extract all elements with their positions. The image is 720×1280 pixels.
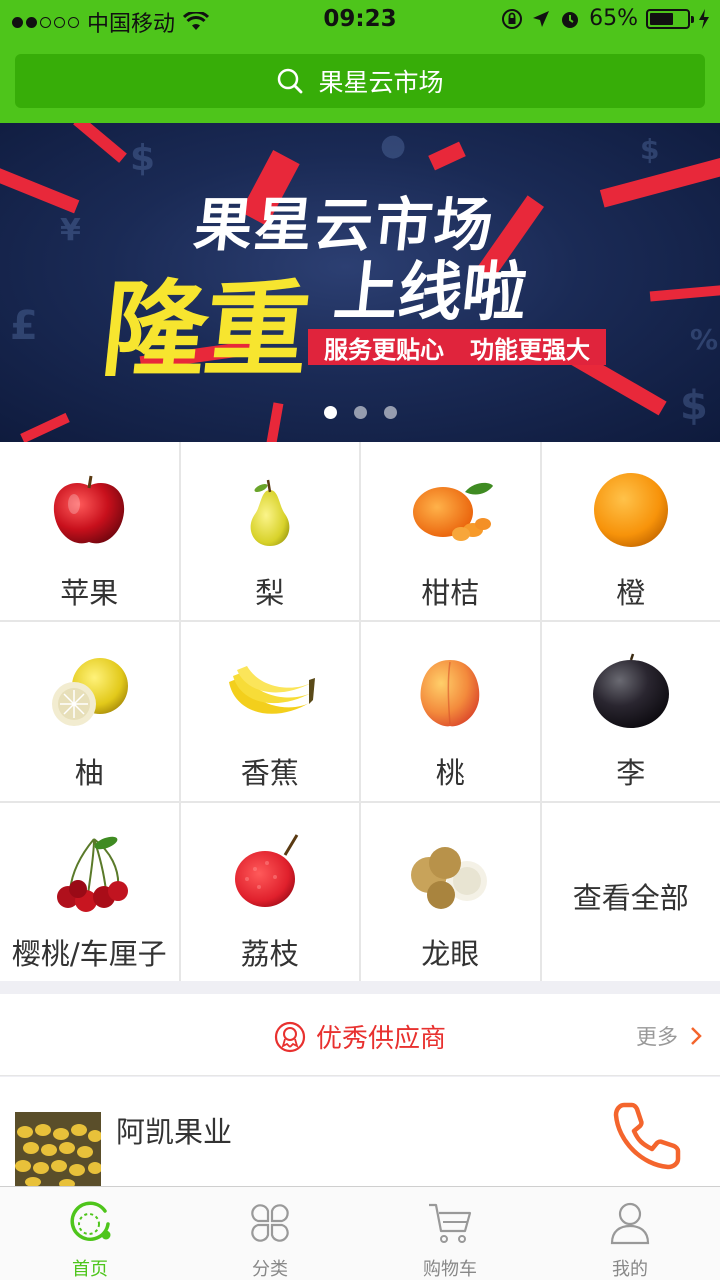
more-label: 更多 <box>636 1025 678 1049</box>
supplier-list-item[interactable]: 阿凯果业 <box>0 1077 720 1187</box>
lychee-icon <box>234 833 299 907</box>
home-icon <box>70 1201 111 1241</box>
tab-label: 我的 <box>612 1259 648 1280</box>
tab-cart[interactable]: 购物车 <box>360 1187 540 1280</box>
tab-bar: 首页 分类 购物车 我的 <box>0 1186 720 1280</box>
charging-bolt-icon <box>699 8 709 29</box>
promo-banner[interactable]: $ £ ¥ ● $ % $ 果星云市场 隆重 上线啦 服务更贴心 功能更强大 <box>0 123 720 442</box>
tab-label: 购物车 <box>423 1259 477 1280</box>
pear-icon <box>250 479 290 546</box>
pomelo-icon <box>52 658 129 727</box>
category-icon <box>251 1204 289 1242</box>
search-icon <box>278 68 303 94</box>
alarm-icon <box>562 11 579 28</box>
search-bar[interactable]: 果星云市场 <box>15 54 705 108</box>
tab-label: 分类 <box>252 1259 288 1280</box>
cart-icon <box>429 1203 472 1243</box>
battery-percent: 65% <box>589 6 638 31</box>
category-grid: 苹果 梨 柑桔 橙 柚 香蕉 桃 李 樱桃/车厘子 荔枝 龙眼 查看全部 <box>0 442 720 981</box>
category-label: 桃 <box>435 756 465 791</box>
view-all-label: 查看全部 <box>572 880 689 915</box>
location-arrow-icon <box>533 10 550 27</box>
suppliers-title: 优秀供应商 <box>0 1018 720 1055</box>
tab-me[interactable]: 我的 <box>540 1187 720 1280</box>
banner-subheadline: 上线啦 <box>330 256 531 330</box>
category-label: 樱桃/车厘子 <box>11 936 167 971</box>
banner-headline: 隆重 <box>96 269 314 391</box>
category-banana[interactable]: 香蕉 <box>180 622 359 801</box>
category-label: 香蕉 <box>240 756 299 791</box>
category-pear[interactable]: 梨 <box>180 442 359 621</box>
banner-slogan-2: 功能更强大 <box>470 335 590 364</box>
category-longan[interactable]: 龙眼 <box>361 802 540 981</box>
banner-slogan-1: 服务更贴心 <box>324 335 444 364</box>
status-right: 65% <box>501 6 710 31</box>
category-apple[interactable]: 苹果 <box>0 442 179 621</box>
category-label: 李 <box>616 756 646 791</box>
phone-call-icon[interactable] <box>610 1097 686 1173</box>
banner-slogan: 服务更贴心 功能更强大 <box>308 329 606 365</box>
view-all-categories[interactable]: 查看全部 <box>541 802 720 981</box>
award-badge-icon <box>274 1021 306 1052</box>
user-icon <box>610 1202 650 1245</box>
category-pomelo[interactable]: 柚 <box>0 622 179 801</box>
header: 果星云市场 <box>0 40 720 123</box>
tab-category[interactable]: 分类 <box>180 1187 360 1280</box>
category-peach[interactable]: 桃 <box>361 622 540 801</box>
more-suppliers-link[interactable]: 更多 <box>636 1021 702 1051</box>
longan-icon <box>411 846 488 909</box>
category-mandarin[interactable]: 柑桔 <box>361 442 540 621</box>
suppliers-title-text: 优秀供应商 <box>315 1024 446 1054</box>
orange-icon <box>593 473 668 547</box>
suppliers-header: 优秀供应商 更多 <box>0 994 720 1076</box>
category-cherry[interactable]: 樱桃/车厘子 <box>0 802 179 981</box>
page-dot[interactable] <box>323 406 337 419</box>
tab-label: 首页 <box>72 1259 108 1280</box>
battery-icon <box>646 8 694 29</box>
page-dot[interactable] <box>353 406 367 419</box>
category-label: 柚 <box>74 756 104 791</box>
apple-icon <box>54 475 125 544</box>
category-orange[interactable]: 橙 <box>541 442 720 621</box>
rotation-lock-icon <box>502 8 523 29</box>
cherry-icon <box>57 836 129 912</box>
supplier-name: 阿凯果业 <box>116 1115 233 1149</box>
status-bar: 中国移动 09:23 65% <box>0 0 720 40</box>
banana-icon <box>228 666 315 715</box>
tab-home[interactable]: 首页 <box>0 1187 180 1280</box>
category-label: 龙眼 <box>421 936 480 971</box>
banner-pagination[interactable] <box>0 406 720 419</box>
category-label: 橙 <box>616 576 646 610</box>
category-plum[interactable]: 李 <box>541 622 720 801</box>
search-placeholder: 果星云市场 <box>318 68 444 97</box>
peach-icon <box>420 660 480 727</box>
supplier-thumbnail <box>15 1112 101 1187</box>
page-dot[interactable] <box>383 406 397 419</box>
category-label: 柑桔 <box>421 576 480 610</box>
chevron-right-icon <box>691 1027 702 1045</box>
plum-icon <box>592 653 669 729</box>
category-label: 梨 <box>255 576 285 610</box>
mandarin-icon <box>413 482 494 541</box>
category-lychee[interactable]: 荔枝 <box>180 802 359 981</box>
category-label: 苹果 <box>60 576 119 610</box>
category-label: 荔枝 <box>240 936 299 971</box>
